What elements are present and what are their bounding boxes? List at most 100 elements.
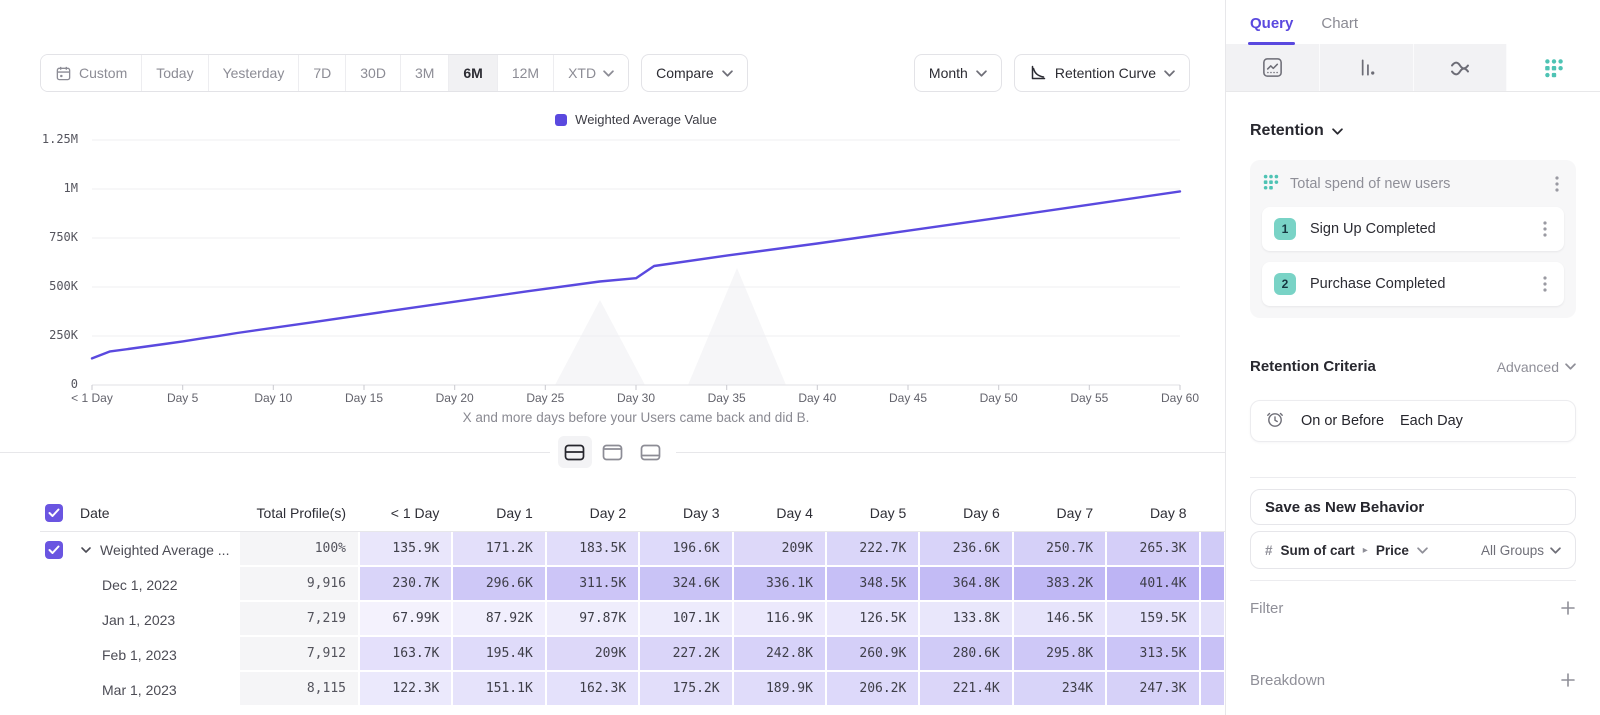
x-axis-label: Day 20	[410, 391, 500, 405]
row-label-text: Feb 1, 2023	[102, 647, 177, 663]
row-label-text: Weighted Average ...	[100, 542, 229, 558]
y-axis-label: 1.25M	[0, 132, 78, 146]
retention-value-cell: 87.92K	[453, 602, 546, 637]
compare-button[interactable]: Compare	[641, 54, 748, 92]
retention-value-cell: 67.99K	[360, 602, 453, 637]
column-header-date: Date	[80, 505, 240, 521]
select-all-checkbox[interactable]	[45, 504, 63, 522]
report-tab-flows[interactable]	[1414, 44, 1508, 91]
tab-chart[interactable]: Chart	[1321, 15, 1358, 44]
table-layout-split-top[interactable]	[596, 436, 630, 468]
save-as-new-behavior-button[interactable]: Save as New Behavior	[1250, 489, 1576, 525]
add-breakdown-button[interactable]	[1560, 672, 1576, 688]
column-header-day: Day 3	[640, 505, 733, 521]
x-axis-label: Day 5	[138, 391, 228, 405]
row-checkbox-cell	[40, 637, 80, 672]
step-label: Sign Up Completed	[1310, 221, 1524, 237]
groups-dropdown[interactable]: All Groups	[1481, 543, 1561, 558]
retention-curve-line	[92, 191, 1180, 358]
retention-value-cell: 122.3K	[360, 672, 453, 707]
row-label[interactable]: Feb 1, 2023	[80, 637, 240, 672]
retention-value-cell: 189.9K	[734, 672, 827, 707]
tab-query[interactable]: Query	[1250, 15, 1293, 44]
row-checkbox-cell	[40, 672, 80, 707]
criteria-condition-row[interactable]: On or Before Each Day	[1250, 400, 1576, 442]
retention-value-cell: 250.7K	[1014, 532, 1107, 567]
report-panel: CustomTodayYesterday7D30D3M6M12M XTD Comp…	[0, 0, 1225, 715]
split-bottom-icon	[640, 444, 661, 461]
step-kebab-menu[interactable]	[1538, 276, 1552, 292]
date-range-30d[interactable]: 30D	[346, 55, 401, 91]
row-checkbox[interactable]	[45, 541, 63, 559]
retention-value-cell: 135.9K	[360, 532, 453, 567]
chart-type-button[interactable]: Retention Curve	[1014, 54, 1190, 92]
retention-value-cell: 163.7K	[360, 637, 453, 672]
report-tab-retention[interactable]	[1507, 44, 1600, 91]
report-tab-funnels[interactable]	[1320, 44, 1414, 91]
retention-section-title: Retention	[1250, 122, 1324, 140]
date-range-3m[interactable]: 3M	[401, 55, 449, 91]
date-range-today[interactable]: Today	[142, 55, 208, 91]
retention-value-cell: 206.2K	[827, 672, 920, 707]
compare-label: Compare	[656, 65, 714, 81]
retention-icon	[1543, 57, 1565, 79]
retention-value-cell: 236.6K	[920, 532, 1013, 567]
date-range-12m[interactable]: 12M	[498, 55, 554, 91]
table-layout-split-bottom[interactable]	[634, 436, 668, 468]
chevron-down-icon	[976, 70, 987, 77]
chevron-down-icon	[1565, 363, 1576, 370]
retention-value-cell: 311.5K	[547, 567, 640, 602]
retention-value-cell: 242.8K	[734, 637, 827, 672]
behavior-kebab-menu[interactable]	[1550, 176, 1564, 192]
retention-value-cell: 295.8K	[1014, 637, 1107, 672]
x-axis-label: Day 35	[682, 391, 772, 405]
retention-value-cell: 116.9K	[734, 602, 827, 637]
date-range-xtd[interactable]: XTD	[554, 55, 628, 91]
report-tab-insights[interactable]	[1226, 44, 1320, 91]
chevron-down-icon	[603, 70, 614, 77]
row-label[interactable]: Weighted Average ...	[80, 532, 240, 567]
behavior-step[interactable]: 1 Sign Up Completed	[1262, 207, 1564, 251]
x-axis-label: < 1 Day	[47, 391, 137, 405]
retention-value-cell: 171.2K	[453, 532, 546, 567]
table-layout-toggles	[550, 435, 676, 469]
date-range-6m[interactable]: 6M	[449, 55, 497, 91]
retention-value-cell: 159.5K	[1107, 602, 1200, 637]
x-axis-caption: X and more days before your Users came b…	[92, 410, 1180, 425]
row-expander-icon[interactable]	[80, 546, 92, 554]
query-sidebar: Query Chart Retention Total spend of new…	[1225, 0, 1600, 715]
step-kebab-menu[interactable]	[1538, 221, 1552, 237]
metric-selector-row[interactable]: # Sum of cart ▸ Price All Groups	[1250, 531, 1576, 569]
retention-value-cell: 133.8K	[920, 602, 1013, 637]
total-profiles-cell: 7,219	[240, 602, 360, 637]
chevron-down-icon	[1550, 547, 1561, 554]
behavior-title: Total spend of new users	[1290, 176, 1540, 192]
date-range-label: XTD	[568, 65, 596, 81]
retention-section-header[interactable]: Retention	[1250, 122, 1343, 140]
add-filter-button[interactable]	[1560, 600, 1576, 616]
header-checkbox-cell	[40, 504, 80, 522]
check-icon	[48, 545, 60, 555]
date-range-yesterday[interactable]: Yesterday	[209, 55, 300, 91]
chevron-down-icon	[1417, 547, 1428, 554]
total-profiles-cell: 8,115	[240, 672, 360, 707]
row-label-text: Jan 1, 2023	[102, 612, 175, 628]
date-range-custom[interactable]: Custom	[41, 55, 142, 91]
date-range-7d[interactable]: 7D	[299, 55, 346, 91]
retention-icon	[1262, 173, 1280, 195]
retention-value-cell: 107.1K	[640, 602, 733, 637]
retention-value-cell: 146.5K	[1014, 602, 1107, 637]
row-label[interactable]: Dec 1, 2022	[80, 567, 240, 602]
y-axis-label: 500K	[0, 279, 78, 293]
criteria-mode-dropdown[interactable]: Advanced	[1497, 359, 1576, 375]
retention-value-cell-clipped	[1201, 532, 1225, 567]
row-label[interactable]: Mar 1, 2023	[80, 672, 240, 707]
row-label[interactable]: Jan 1, 2023	[80, 602, 240, 637]
retention-value-cell: 195.4K	[453, 637, 546, 672]
split-middle-icon	[564, 444, 585, 461]
granularity-button[interactable]: Month	[914, 54, 1002, 92]
step-number-badge: 1	[1274, 218, 1296, 240]
sidebar-tabs: Query Chart	[1226, 0, 1600, 44]
behavior-step[interactable]: 2Purchase Completed	[1262, 262, 1564, 306]
table-layout-split-middle[interactable]	[558, 436, 592, 468]
